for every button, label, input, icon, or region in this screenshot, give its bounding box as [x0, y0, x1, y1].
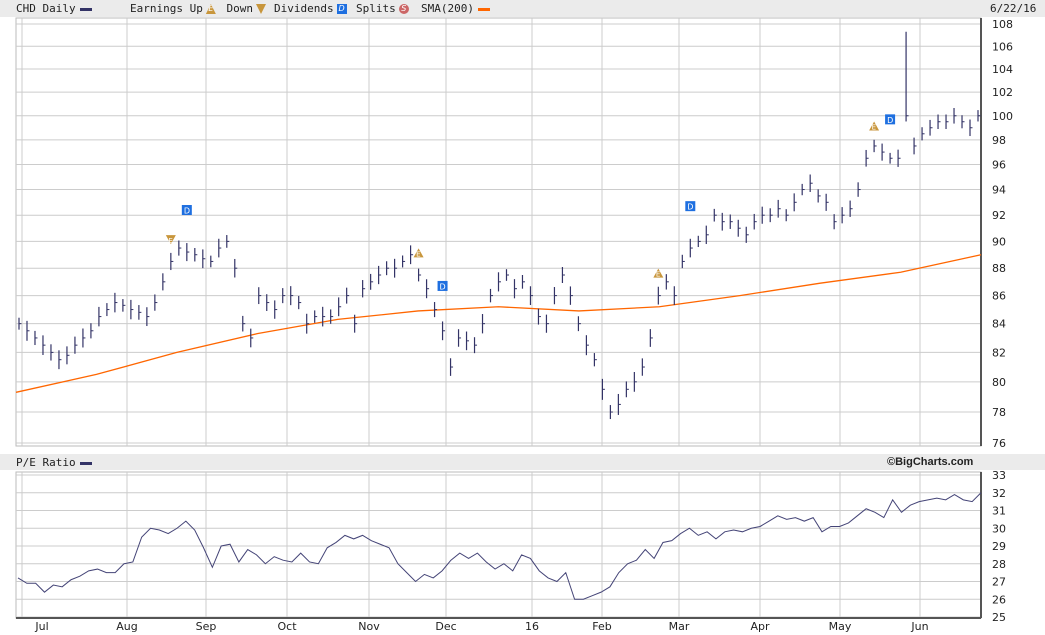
pe-tick-label: 29	[992, 540, 1006, 553]
month-label: Jul	[34, 620, 48, 633]
earnings-glyph: E	[872, 124, 876, 132]
earnings-glyph: E	[656, 271, 660, 279]
price-tick-label: 84	[992, 318, 1006, 331]
month-label: Apr	[750, 620, 770, 633]
month-label: Sep	[196, 620, 217, 633]
month-label: Dec	[435, 620, 456, 633]
month-label: 16	[525, 620, 539, 633]
dividend-glyph: D	[687, 203, 693, 212]
pe-tick-label: 28	[992, 558, 1006, 571]
price-tick-label: 102	[992, 86, 1013, 99]
pe-tick-label: 30	[992, 522, 1006, 535]
price-tick-label: 104	[992, 63, 1013, 76]
month-label: Feb	[592, 620, 611, 633]
price-tick-label: 90	[992, 235, 1006, 248]
pe-tick-label: 32	[992, 487, 1006, 500]
price-tick-label: 88	[992, 262, 1006, 275]
earnings-glyph: E	[416, 250, 420, 258]
price-tick-label: 98	[992, 134, 1006, 147]
month-label: Oct	[277, 620, 297, 633]
dividend-glyph: D	[887, 116, 893, 125]
month-label: Aug	[116, 620, 137, 633]
month-label: Jun	[910, 620, 928, 633]
price-tick-label: 80	[992, 376, 1006, 389]
pe-tick-label: 31	[992, 505, 1006, 518]
chart-page: CHD Daily Earnings Up E Down Dividends D S…	[0, 0, 1045, 635]
price-tick-label: 96	[992, 158, 1006, 171]
month-label: Mar	[669, 620, 690, 633]
price-tick-label: 86	[992, 290, 1006, 303]
pe-tick-label: 27	[992, 576, 1006, 589]
price-tick-label: 78	[992, 406, 1006, 419]
chart-svg: 76 78 80 82 84 86 88 90 92 94 96 98 100 102 104 106 108 E…	[15, 17, 1013, 633]
pe-plot-area	[15, 471, 982, 619]
pe-tick-label: 33	[992, 469, 1006, 482]
price-tick-label: 94	[992, 184, 1006, 197]
price-tick-label: 108	[992, 18, 1013, 31]
month-label: May	[829, 620, 852, 633]
price-tick-label: 82	[992, 346, 1006, 359]
month-label: Nov	[358, 620, 380, 633]
price-tick-label: 76	[992, 437, 1006, 450]
price-tick-label: 92	[992, 209, 1006, 222]
price-tick-label: 106	[992, 40, 1013, 53]
earnings-glyph: E	[168, 237, 172, 245]
pe-tick-label: 26	[992, 593, 1006, 606]
pe-tick-label: 25	[992, 611, 1006, 624]
dividend-glyph: D	[440, 282, 446, 291]
dividend-glyph: D	[184, 207, 190, 216]
price-tick-label: 100	[992, 110, 1013, 123]
